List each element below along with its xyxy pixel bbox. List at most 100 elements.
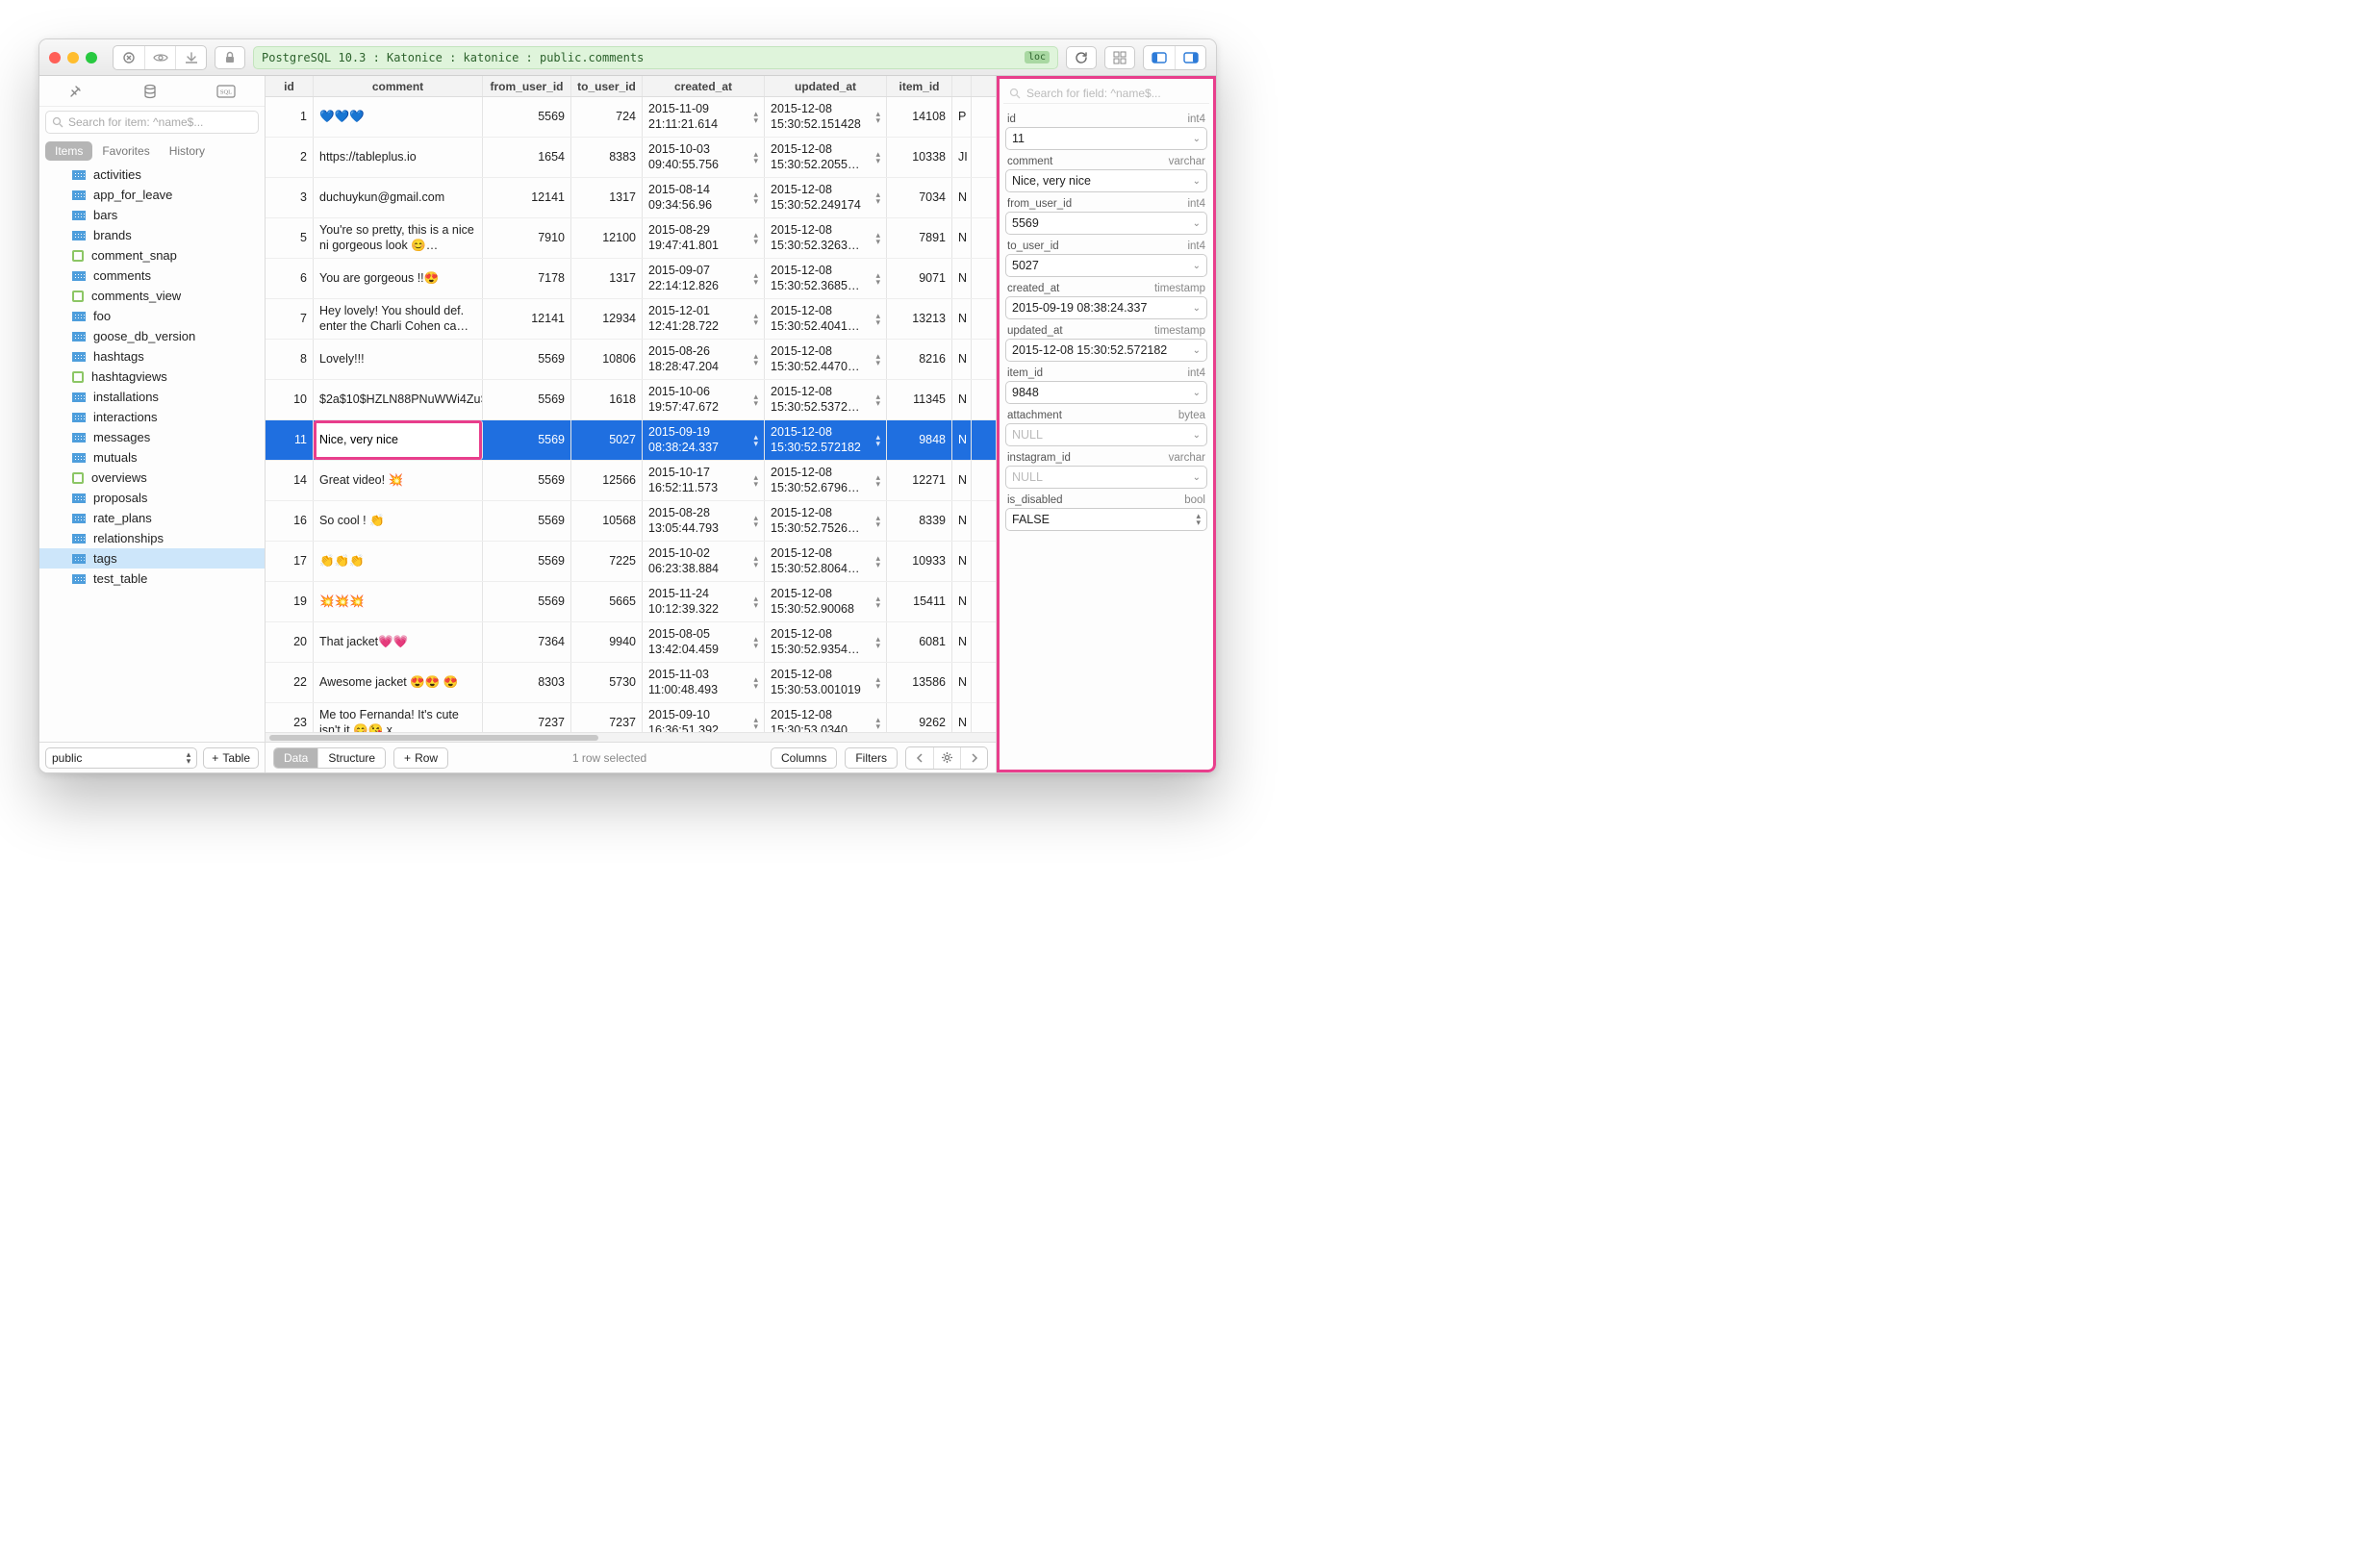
cell-from-user[interactable]: 7910 <box>483 218 571 258</box>
database-icon[interactable] <box>142 84 158 99</box>
cell-created-at[interactable]: 2015-08-2919:47:41.801▴▾ <box>643 218 765 258</box>
cell-id[interactable]: 2 <box>266 138 314 177</box>
sidebar-item-rate_plans[interactable]: rate_plans <box>39 508 265 528</box>
cell-from-user[interactable]: 5569 <box>483 461 571 500</box>
column-header-updated-at[interactable]: updated_at <box>765 76 887 96</box>
cell-id[interactable]: 5 <box>266 218 314 258</box>
table-row[interactable]: 19💥💥💥556956652015-11-2410:12:39.322▴▾201… <box>266 582 996 622</box>
cell-created-at[interactable]: 2015-09-0722:14:12.826▴▾ <box>643 259 765 298</box>
cell-to-user[interactable]: 12100 <box>571 218 643 258</box>
sidebar-item-hashtagviews[interactable]: hashtagviews <box>39 367 265 387</box>
table-row[interactable]: 20That jacket💗💗736499402015-08-0513:42:0… <box>266 622 996 663</box>
sidebar-item-hashtags[interactable]: hashtags <box>39 346 265 367</box>
cell-created-at[interactable]: 2015-10-0309:40:55.756▴▾ <box>643 138 765 177</box>
table-row[interactable]: 7Hey lovely! You should def. enter the C… <box>266 299 996 340</box>
cell-updated-at[interactable]: 2015-12-0815:30:52.151428▴▾ <box>765 97 887 137</box>
column-header-extra[interactable] <box>952 76 972 96</box>
close-window-button[interactable] <box>49 52 61 63</box>
cell-item-id[interactable]: 8216 <box>887 340 952 379</box>
cell-to-user[interactable]: 5730 <box>571 663 643 702</box>
cell-created-at[interactable]: 2015-08-2813:05:44.793▴▾ <box>643 501 765 541</box>
sidebar-item-brands[interactable]: brands <box>39 225 265 245</box>
cell-id[interactable]: 22 <box>266 663 314 702</box>
lock-button[interactable] <box>215 46 245 69</box>
cell-to-user[interactable]: 1618 <box>571 380 643 419</box>
cell-id[interactable]: 19 <box>266 582 314 621</box>
cell-created-at[interactable]: 2015-10-0619:57:47.672▴▾ <box>643 380 765 419</box>
cell-to-user[interactable]: 5027 <box>571 420 643 460</box>
toggle-left-panel-button[interactable] <box>1144 46 1175 69</box>
table-row[interactable]: 2https://tableplus.io165483832015-10-030… <box>266 138 996 178</box>
cell-id[interactable]: 14 <box>266 461 314 500</box>
cell-to-user[interactable]: 5665 <box>571 582 643 621</box>
cell-from-user[interactable]: 5569 <box>483 97 571 137</box>
sidebar-search-input[interactable]: Search for item: ^name$... <box>45 111 259 134</box>
cell-comment[interactable]: Great video! 💥 <box>314 461 483 500</box>
sidebar-tab-history[interactable]: History <box>160 141 215 161</box>
cell-updated-at[interactable]: 2015-12-0815:30:52.5372…▴▾ <box>765 380 887 419</box>
cell-id[interactable]: 16 <box>266 501 314 541</box>
cell-updated-at[interactable]: 2015-12-0815:30:52.3263…▴▾ <box>765 218 887 258</box>
cell-to-user[interactable]: 7225 <box>571 542 643 581</box>
cell-extra[interactable]: JI <box>952 138 972 177</box>
table-row[interactable]: 1💙💙💙55697242015-11-0921:11:21.614▴▾2015-… <box>266 97 996 138</box>
cell-to-user[interactable]: 7237 <box>571 703 643 732</box>
table-row[interactable]: 22Awesome jacket 😍😍 😍830357302015-11-031… <box>266 663 996 703</box>
field-value-input[interactable]: 9848⌄ <box>1005 381 1207 404</box>
sidebar-tab-favorites[interactable]: Favorites <box>92 141 159 161</box>
sidebar-item-foo[interactable]: foo <box>39 306 265 326</box>
sidebar-item-tags[interactable]: tags <box>39 548 265 569</box>
cell-from-user[interactable]: 5569 <box>483 542 571 581</box>
cell-created-at[interactable]: 2015-11-0921:11:21.614▴▾ <box>643 97 765 137</box>
cell-from-user[interactable]: 5569 <box>483 501 571 541</box>
field-value-input[interactable]: 2015-09-19 08:38:24.337⌄ <box>1005 296 1207 319</box>
cell-item-id[interactable]: 12271 <box>887 461 952 500</box>
cell-item-id[interactable]: 13586 <box>887 663 952 702</box>
cell-comment[interactable]: 💙💙💙 <box>314 97 483 137</box>
settings-gear-button[interactable] <box>933 747 960 769</box>
cell-comment[interactable]: 💥💥💥 <box>314 582 483 621</box>
cell-created-at[interactable]: 2015-09-1016:36:51.392▴▾ <box>643 703 765 732</box>
cell-id[interactable]: 20 <box>266 622 314 662</box>
cell-comment[interactable]: You're so pretty, this is a nice ni gorg… <box>314 218 483 258</box>
grid-body[interactable]: 1💙💙💙55697242015-11-0921:11:21.614▴▾2015-… <box>266 97 996 732</box>
cell-comment[interactable]: 👏👏👏 <box>314 542 483 581</box>
cell-item-id[interactable]: 9262 <box>887 703 952 732</box>
table-row[interactable]: 5You're so pretty, this is a nice ni gor… <box>266 218 996 259</box>
table-row[interactable]: 10$2a$10$HZLN88PNuWWi4ZuS91lb8dR98Ijt0kb… <box>266 380 996 420</box>
cell-id[interactable]: 10 <box>266 380 314 419</box>
cell-comment[interactable]: Nice, very nice <box>314 420 483 460</box>
sidebar-item-test_table[interactable]: test_table <box>39 569 265 589</box>
cell-item-id[interactable]: 14108 <box>887 97 952 137</box>
cell-extra[interactable]: N <box>952 299 972 339</box>
cell-updated-at[interactable]: 2015-12-0815:30:52.3685…▴▾ <box>765 259 887 298</box>
sidebar-item-app_for_leave[interactable]: app_for_leave <box>39 185 265 205</box>
cell-created-at[interactable]: 2015-10-1716:52:11.573▴▾ <box>643 461 765 500</box>
cell-from-user[interactable]: 7237 <box>483 703 571 732</box>
cell-extra[interactable]: N <box>952 178 972 217</box>
cell-created-at[interactable]: 2015-11-2410:12:39.322▴▾ <box>643 582 765 621</box>
table-row[interactable]: 17👏👏👏556972252015-10-0206:23:38.884▴▾201… <box>266 542 996 582</box>
commit-button[interactable] <box>175 46 206 69</box>
add-table-button[interactable]: + Table <box>203 747 259 769</box>
sidebar-item-mutuals[interactable]: mutuals <box>39 447 265 468</box>
column-header-id[interactable]: id <box>266 76 314 96</box>
cell-id[interactable]: 6 <box>266 259 314 298</box>
cell-comment[interactable]: Awesome jacket 😍😍 😍 <box>314 663 483 702</box>
schema-selector[interactable]: public ▴▾ <box>45 747 197 769</box>
cell-item-id[interactable]: 6081 <box>887 622 952 662</box>
cell-id[interactable]: 17 <box>266 542 314 581</box>
inspector-search-input[interactable]: Search for field: ^name$... <box>1003 83 1209 104</box>
table-row[interactable]: 14Great video! 💥5569125662015-10-1716:52… <box>266 461 996 501</box>
filters-button[interactable]: Filters <box>845 747 898 769</box>
cell-from-user[interactable]: 5569 <box>483 340 571 379</box>
sql-icon[interactable]: SQL <box>216 85 236 98</box>
cell-to-user[interactable]: 1317 <box>571 178 643 217</box>
field-value-input[interactable]: NULL⌄ <box>1005 466 1207 489</box>
cell-created-at[interactable]: 2015-08-0513:42:04.459▴▾ <box>643 622 765 662</box>
column-header-item-id[interactable]: item_id <box>887 76 952 96</box>
cell-comment[interactable]: $2a$10$HZLN88PNuWWi4ZuS91lb8dR98Ijt0kblv… <box>314 380 483 419</box>
table-row[interactable]: 6You are gorgeous !!😍717813172015-09-072… <box>266 259 996 299</box>
cell-created-at[interactable]: 2015-08-2618:28:47.204▴▾ <box>643 340 765 379</box>
cell-created-at[interactable]: 2015-08-1409:34:56.96▴▾ <box>643 178 765 217</box>
